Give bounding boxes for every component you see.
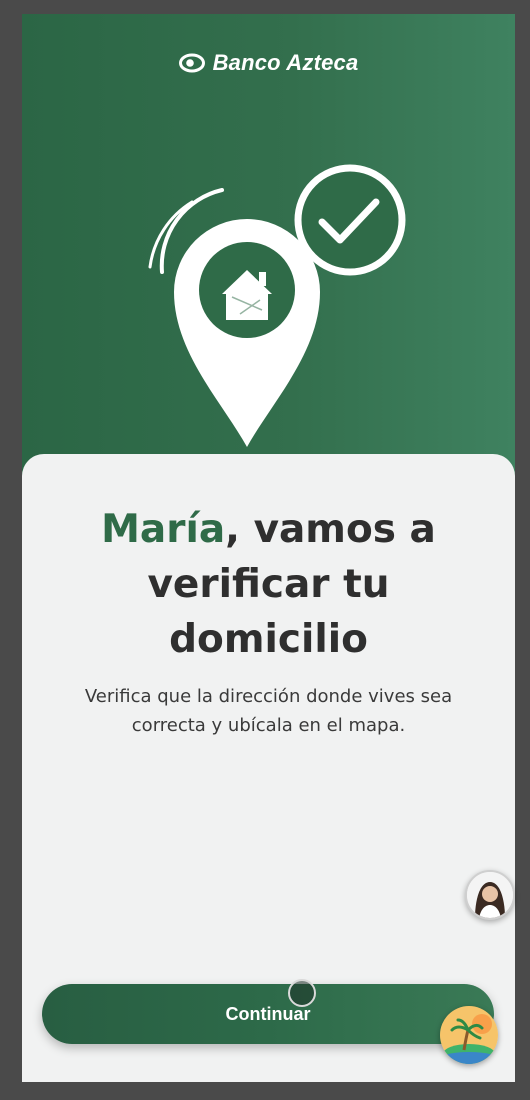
user-name: María (101, 507, 226, 552)
continue-button[interactable]: Continuar (42, 984, 494, 1044)
person-icon (467, 872, 513, 918)
page-subtitle: Verifica que la dirección donde vives se… (84, 686, 453, 736)
verification-card: María, vamos a verificar tu domicilio Ve… (22, 454, 515, 1082)
assistant-avatar-icon[interactable] (465, 870, 515, 920)
brand-name: Banco Azteca (212, 50, 359, 75)
brand-header: Banco Azteca (22, 50, 515, 76)
banco-azteca-logo-icon (178, 53, 205, 73)
location-pin-house-checkmark-icon (148, 164, 406, 447)
touch-cursor-indicator (288, 979, 316, 1007)
page-title: María, vamos a verificar tu domicilio (52, 502, 485, 667)
continue-button-label: Continuar (225, 1003, 311, 1024)
palm-island-icon[interactable] (440, 1006, 498, 1064)
island-illustration (440, 1006, 498, 1064)
app-screen: Banco Azteca María, vamos a verificar tu… (22, 14, 515, 1082)
